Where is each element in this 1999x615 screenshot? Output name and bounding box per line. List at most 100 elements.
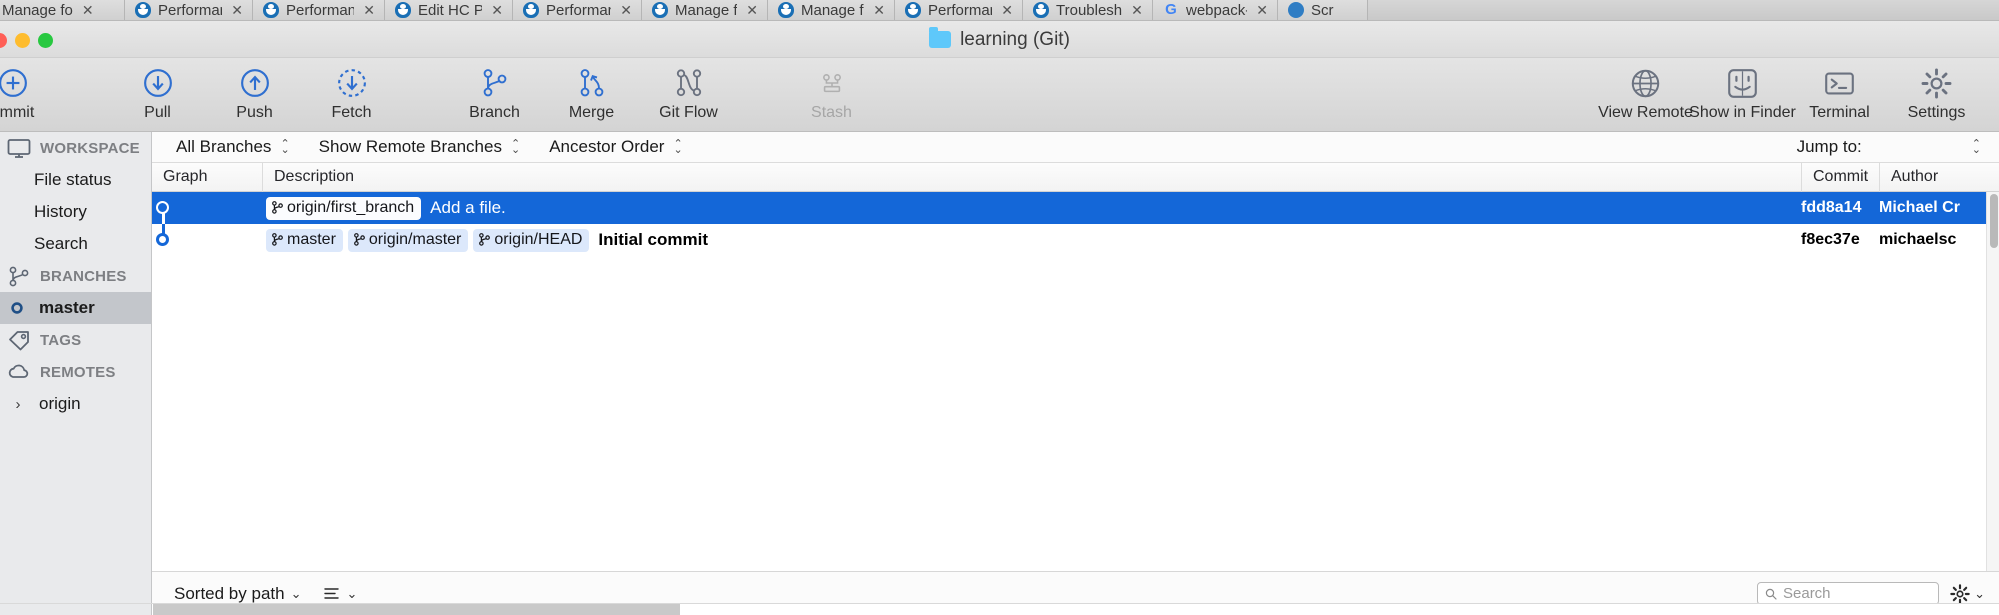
search-field[interactable]: Search: [1757, 582, 1939, 605]
commit-description-cell: master origin/master origin/HEAD Initial co…: [262, 228, 1801, 252]
browser-tab-label: Performan: [928, 1, 993, 19]
column-header-author[interactable]: Author: [1879, 162, 1999, 192]
jump-to-select[interactable]: Jump to: ⌃ ⌄: [1797, 137, 1981, 157]
browser-tab-label: Performan: [158, 1, 223, 19]
browser-tab-label: Edit HC Pa: [418, 1, 483, 19]
browser-tab-6[interactable]: Manage fo ✕: [768, 0, 895, 20]
drupal-favicon-icon: [1033, 2, 1049, 18]
close-icon[interactable]: ✕: [363, 3, 375, 17]
toolbar-settings-button[interactable]: Settings: [1888, 58, 1985, 132]
browser-tab-9[interactable]: Gwebpack-c ✕: [1153, 0, 1278, 20]
filter-all-branches-label: All Branches: [176, 137, 272, 156]
browser-tab-3[interactable]: Edit HC Pa ✕: [385, 0, 513, 20]
toolbar-branch-button[interactable]: Branch: [446, 58, 543, 132]
close-icon[interactable]: ✕: [620, 3, 632, 17]
browser-tab-label: Troublesh: [1056, 1, 1123, 19]
browser-tab-4[interactable]: Performan ✕: [513, 0, 642, 20]
scrollbar-thumb[interactable]: [1990, 194, 1998, 248]
commit-description-cell: origin/first_branch Add a file.: [262, 196, 1801, 220]
sidebar-item-history[interactable]: History: [0, 196, 151, 228]
browser-tab-10[interactable]: Scr: [1278, 0, 1368, 20]
column-header-commit[interactable]: Commit: [1801, 162, 1879, 192]
close-icon[interactable]: ✕: [82, 3, 94, 17]
close-icon[interactable]: ✕: [873, 3, 885, 17]
sort-by-select[interactable]: Sorted by path ⌄: [174, 584, 301, 604]
drupal-favicon-icon: [523, 2, 539, 18]
sidebar-item-search[interactable]: Search: [0, 228, 151, 260]
finder-icon: [1727, 66, 1758, 100]
toolbar-git-flow-button[interactable]: Git Flow: [640, 58, 737, 132]
toolbar-button-label: Fetch: [331, 104, 372, 121]
close-icon[interactable]: ✕: [1001, 3, 1013, 17]
filter-show-remote-branches[interactable]: Show Remote Branches ⌃ ⌄: [319, 137, 521, 157]
close-icon[interactable]: ✕: [746, 3, 758, 17]
toolbar-fetch-button[interactable]: Fetch: [303, 58, 400, 132]
toolbar-ommit-button[interactable]: ommit: [0, 58, 61, 132]
sidebar-section-remotes[interactable]: REMOTES: [0, 356, 151, 388]
ref-label[interactable]: master: [266, 228, 343, 252]
chevron-right-icon[interactable]: ›: [6, 394, 30, 414]
browser-tab-5[interactable]: Manage fo ✕: [642, 0, 768, 20]
column-header-description[interactable]: Description: [262, 162, 1801, 192]
sidebar-section-label: TAGS: [40, 331, 82, 349]
chevron-updown-icon: ⌃ ⌄: [510, 138, 521, 156]
ref-branch-icon: [272, 233, 283, 246]
merge-icon: [577, 66, 607, 100]
commit-hash: f8ec37e: [1801, 231, 1860, 248]
browser-tab-7[interactable]: Performan ✕: [895, 0, 1023, 20]
tag-icon: [7, 330, 31, 350]
toolbar-show-in-finder-button[interactable]: Show in Finder: [1689, 58, 1796, 132]
browser-tab-2[interactable]: Performan ✕: [253, 0, 385, 20]
browser-tab-label: Manage fo: [675, 1, 738, 19]
chevron-updown-icon: ⌃ ⌄: [673, 138, 683, 156]
ref-label[interactable]: origin/HEAD: [473, 228, 590, 252]
browser-tab-label: Manage fo: [801, 1, 864, 19]
table-row[interactable]: master origin/master origin/HEAD Initial co…: [152, 224, 1999, 256]
filter-all-branches[interactable]: All Branches ⌃ ⌄: [176, 137, 290, 157]
sidebar-item-file-status[interactable]: File status: [0, 164, 151, 196]
desktop-bottom-strip: [0, 603, 1999, 615]
search-input[interactable]: Search: [1783, 585, 1831, 602]
toolbar-view-remote-button[interactable]: View Remote: [1597, 58, 1694, 132]
sidebar-item-label: master: [39, 298, 95, 317]
search-icon: [1765, 588, 1777, 600]
sidebar-section-workspace[interactable]: WORKSPACE: [0, 132, 151, 164]
sidebar-section-label: WORKSPACE: [40, 139, 140, 157]
sidebar-section-label: BRANCHES: [40, 267, 127, 285]
toolbar-button-label: Git Flow: [659, 104, 718, 121]
options-gear-button[interactable]: ⌄: [1950, 583, 1985, 604]
toolbar-terminal-button[interactable]: Terminal: [1791, 58, 1888, 132]
browser-tab-1[interactable]: Performan ✕: [125, 0, 253, 20]
sidebar-item-label: Search: [34, 234, 88, 253]
sidebar-item-master[interactable]: master: [0, 292, 151, 324]
column-header-graph[interactable]: Graph: [152, 163, 262, 192]
sidebar-section-branches[interactable]: BRANCHES: [0, 260, 151, 292]
commit-message: Add a file.: [430, 198, 506, 217]
close-icon[interactable]: ✕: [491, 3, 503, 17]
browser-tab-8[interactable]: Troublesh ✕: [1023, 0, 1153, 20]
list-view-button[interactable]: ⌄: [323, 586, 357, 602]
google-favicon-icon: G: [1165, 1, 1177, 18]
table-row[interactable]: origin/first_branch Add a file. fdd8a14 Mic…: [152, 192, 1999, 224]
toolbar-push-button[interactable]: Push: [206, 58, 303, 132]
browser-tab-0[interactable]: Manage fo ✕: [0, 0, 125, 20]
arrow-down-dashed-circle-icon: [337, 66, 367, 100]
ref-label[interactable]: origin/master: [347, 228, 469, 252]
drupal-favicon-icon: [652, 2, 668, 18]
window-title-text: learning (Git): [960, 28, 1070, 50]
globe-icon: [1630, 66, 1661, 100]
toolbar-button-label: View Remote: [1598, 104, 1693, 121]
commit-list: origin/first_branch Add a file. fdd8a14 Mic…: [152, 192, 1999, 571]
sidebar-item-origin[interactable]: › origin: [0, 388, 151, 420]
toolbar-merge-button[interactable]: Merge: [543, 58, 640, 132]
close-icon[interactable]: ✕: [1256, 3, 1268, 17]
sidebar-section-tags[interactable]: TAGS: [0, 324, 151, 356]
commit-list-scrollbar[interactable]: [1986, 192, 1999, 571]
ref-label[interactable]: origin/first_branch: [266, 196, 422, 220]
close-icon[interactable]: ✕: [231, 3, 243, 17]
close-icon[interactable]: ✕: [1131, 3, 1143, 17]
sort-by-label: Sorted by path: [174, 583, 285, 603]
ref-branch-icon: [479, 233, 491, 246]
filter-ancestor-order[interactable]: Ancestor Order ⌃ ⌄: [549, 137, 682, 157]
toolbar-pull-button[interactable]: Pull: [109, 58, 206, 132]
